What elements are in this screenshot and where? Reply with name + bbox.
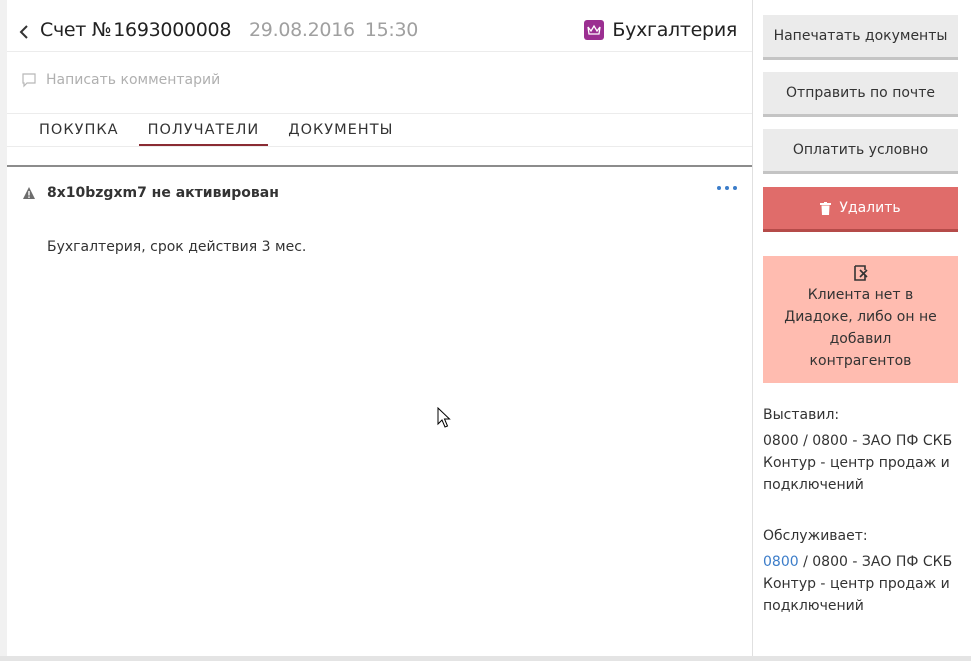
invoice-header: Счет № 1693000008 29.08.2016 15:30 Бухгалт… (17, 19, 737, 45)
bottom-strip (0, 656, 971, 661)
diadoc-notice: Клиента нет в Диадоке, либо он не добави… (763, 256, 958, 383)
tab-purchase[interactable]: ПОКУПКА (30, 120, 128, 146)
divider (7, 113, 752, 114)
invoice-datetime: 29.08.2016 15:30 (249, 19, 418, 41)
trash-icon (820, 201, 832, 215)
issued-by-label: Выставил: (763, 407, 840, 423)
divider (7, 146, 752, 147)
served-by-value: 0800 / 0800 - ЗАО ПФ СКБ Контур - центр … (763, 551, 968, 617)
invoice-number: 1693000008 (113, 19, 232, 41)
invoice-date: 29.08.2016 (249, 19, 355, 41)
pay-conditional-button[interactable]: Оплатить условно (763, 129, 958, 174)
more-options-icon[interactable] (717, 186, 737, 190)
divider (7, 51, 752, 52)
product-label: Бухгалтерия (584, 19, 737, 41)
delete-label: Удалить (839, 200, 901, 216)
comment-icon (22, 73, 36, 88)
served-by-label: Обслуживает: (763, 528, 868, 544)
notice-text: Клиента нет в Диадоке, либо он не добави… (784, 287, 937, 369)
recipient-warning-title: 8x10bzgxm7 не активирован (47, 185, 279, 201)
served-by-block: Обслуживает: 0800 / 0800 - ЗАО ПФ СКБ Ко… (763, 525, 968, 617)
comment-input[interactable]: Написать комментарий (21, 72, 220, 88)
served-by-link[interactable]: 0800 (763, 554, 799, 570)
issued-by-value: 0800 / 0800 - ЗАО ПФ СКБ Контур - центр … (763, 433, 953, 493)
content-top-border (7, 165, 752, 167)
send-email-button[interactable]: Отправить по почте (763, 72, 958, 117)
page-title: Счет № 1693000008 (40, 19, 231, 41)
no-contractor-icon (853, 265, 868, 281)
chevron-left-icon[interactable] (17, 23, 31, 41)
issued-by-block: Выставил: 0800 / 0800 - ЗАО ПФ СКБ Конту… (763, 404, 968, 496)
invoice-time: 15:30 (364, 19, 419, 41)
warning-icon (23, 187, 35, 199)
title-prefix: Счет № (40, 19, 112, 41)
tab-documents[interactable]: ДОКУМЕНТЫ (279, 120, 402, 146)
crown-icon (584, 20, 605, 40)
recipient-description: Бухгалтерия, срок действия 3 мес. (47, 239, 307, 255)
recipient-row: 8x10bzgxm7 не активирован (22, 183, 742, 203)
delete-button[interactable]: Удалить (763, 187, 958, 232)
comment-placeholder: Написать комментарий (46, 72, 221, 88)
main-panel (7, 0, 752, 656)
mouse-cursor-icon (437, 407, 451, 428)
tab-bar: ПОКУПКА ПОЛУЧАТЕЛИ ДОКУМЕНТЫ (30, 120, 404, 146)
print-documents-button[interactable]: Напечатать документы (763, 15, 958, 60)
product-name: Бухгалтерия (612, 19, 737, 41)
tab-recipients[interactable]: ПОЛУЧАТЕЛИ (138, 120, 269, 146)
